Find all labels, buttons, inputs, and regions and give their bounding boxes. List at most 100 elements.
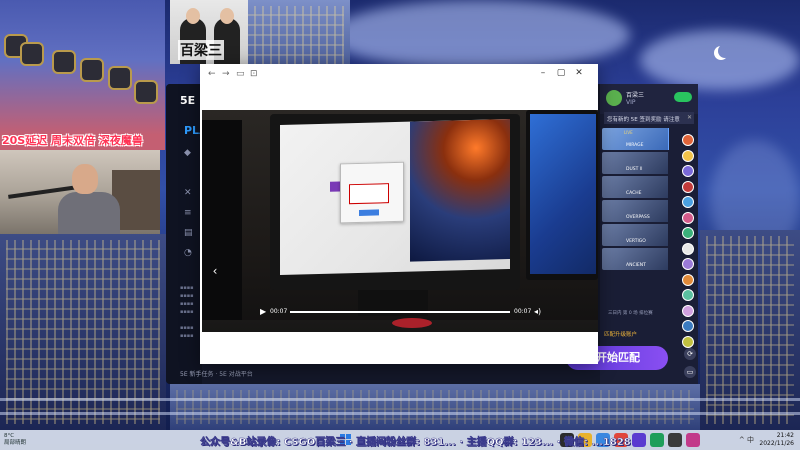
- game-artwork: [410, 118, 510, 262]
- weather-desc: 局部晴朗: [4, 440, 27, 446]
- notice-bar: 您有新的 5E 签到奖励 请注意 ✕: [604, 112, 694, 124]
- overlay-banner: 20S延迟 周末双倍 深夜魔兽: [0, 0, 165, 150]
- viewer-titlebar: ← → ▭ ⊡ – ▢ ✕: [200, 64, 598, 84]
- avatar[interactable]: [682, 273, 694, 286]
- crop-icon[interactable]: ⊡: [250, 68, 258, 80]
- menu-icon[interactable]: ≡: [184, 208, 194, 218]
- user-vip-badge: VIP: [626, 99, 636, 106]
- signal-icon[interactable]: ◔: [184, 248, 194, 258]
- map-name: ANCIENT: [626, 263, 646, 268]
- volume-icon[interactable]: ◂): [534, 307, 541, 317]
- avatar[interactable]: [682, 134, 694, 146]
- refresh-icon[interactable]: ⟳: [684, 348, 696, 360]
- forward-arrow-icon[interactable]: →: [222, 68, 230, 80]
- user-name: 百梁三: [626, 92, 645, 99]
- sticker-badge: [20, 42, 44, 66]
- clock-date: 2022/11/26: [759, 440, 794, 447]
- avatar[interactable]: [682, 180, 694, 193]
- app-icon[interactable]: [650, 433, 664, 447]
- monitor-screen: [280, 118, 510, 276]
- video-controls: ▶ 00:07 00:07 ◂): [258, 306, 548, 318]
- map-name: CACHE: [626, 191, 642, 196]
- client-info-text: ▪▪▪▪ ▪▪▪▪: [180, 325, 194, 339]
- chat-icon[interactable]: ▭: [684, 366, 696, 378]
- avatar[interactable]: [682, 320, 694, 332]
- avatar[interactable]: [682, 227, 694, 239]
- cloud-decoration: [330, 0, 630, 70]
- railing-decoration: [0, 412, 800, 415]
- maximize-icon[interactable]: ▢: [554, 67, 568, 79]
- clock[interactable]: 21:42 2022/11/26: [759, 432, 794, 448]
- map-name: OVERPASS: [626, 215, 650, 220]
- app-icon[interactable]: [632, 433, 646, 447]
- avatar[interactable]: [682, 149, 694, 162]
- shield-icon[interactable]: ◆: [184, 148, 194, 158]
- clock-time: 21:42: [776, 432, 794, 439]
- client-logo: 5E: [180, 94, 196, 107]
- friend-avatar-list: [682, 134, 698, 351]
- stream-marquee: 公众号&B站录像: CSGO百梁三 · 直播间粉丝群: 831... · 主播Q…: [200, 437, 631, 448]
- cloud-decoration: [640, 30, 800, 90]
- tools-icon[interactable]: ✕: [184, 188, 194, 198]
- avatar[interactable]: [682, 242, 694, 255]
- avatar[interactable]: [682, 211, 694, 224]
- avatar[interactable]: [682, 258, 694, 270]
- streamer-face: [72, 164, 98, 194]
- back-arrow-icon[interactable]: ←: [208, 68, 216, 80]
- video-frame[interactable]: ‹ ▶ 00:07 00:07 ◂): [202, 110, 598, 332]
- avatar[interactable]: [606, 90, 622, 106]
- progress-fill: [290, 311, 510, 313]
- moon-icon: [718, 44, 732, 58]
- map-caption: 三日内 第 0 场 排位赛: [608, 311, 653, 316]
- map-item[interactable]: LIVE MIRAGE: [602, 128, 678, 150]
- sticker-badge: [108, 66, 132, 90]
- weather-temp: 8°C: [4, 433, 15, 439]
- avatar[interactable]: [682, 289, 694, 301]
- poster-title: 百梁三: [178, 40, 224, 60]
- monitor-right: [526, 110, 598, 280]
- play-icon[interactable]: ▶: [260, 307, 268, 317]
- avatar[interactable]: [682, 165, 694, 177]
- avatar[interactable]: [682, 196, 694, 208]
- previous-arrow-icon[interactable]: ‹: [208, 260, 222, 282]
- map-item[interactable]: CACHE: [602, 176, 678, 198]
- notice-text: 您有新的 5E 签到奖励 请注意: [607, 117, 680, 123]
- map-list: LIVE MIRAGE DUST II CACHE OVERPASS VERTIGO ANC…: [602, 128, 678, 272]
- current-time: 00:07: [270, 308, 288, 315]
- status-toggle[interactable]: [674, 92, 692, 102]
- rank-link[interactable]: 匹配升级账户: [604, 330, 637, 338]
- building-decoration: [170, 384, 700, 430]
- system-tray[interactable]: ^ 中: [739, 435, 754, 445]
- map-tag: LIVE: [624, 130, 633, 135]
- app-icon[interactable]: [668, 433, 682, 447]
- weather-widget[interactable]: 8°C 局部晴朗: [4, 433, 26, 447]
- sticker-badge: [80, 58, 104, 82]
- gallery-icon[interactable]: ▭: [236, 68, 245, 80]
- avatar[interactable]: [682, 304, 694, 317]
- monitor-main: [270, 114, 520, 290]
- rgb-light: [392, 318, 432, 328]
- map-item[interactable]: VERTIGO: [602, 224, 678, 246]
- monitor-left: [202, 120, 242, 320]
- app-icon[interactable]: [686, 433, 700, 447]
- railing-decoration: [0, 398, 800, 401]
- webcam-feed: [0, 150, 160, 234]
- map-item[interactable]: ANCIENT: [602, 248, 678, 270]
- map-item[interactable]: OVERPASS: [602, 200, 678, 222]
- app-icon: [330, 181, 340, 192]
- avatar[interactable]: [682, 335, 694, 348]
- client-footer[interactable]: 5E 新手任务 · 5E 对战平台: [180, 369, 253, 378]
- sticker-badge: [52, 50, 76, 74]
- map-name: VERTIGO: [626, 239, 646, 244]
- progress-bar[interactable]: [290, 311, 510, 313]
- close-icon[interactable]: ✕: [687, 114, 692, 121]
- map-name: MIRAGE: [626, 143, 644, 148]
- total-time: 00:07: [514, 308, 532, 315]
- error-dialog: [340, 161, 404, 224]
- minimize-icon[interactable]: –: [536, 67, 550, 79]
- client-info-text: ▪▪▪▪ ▪▪▪▪ ▪▪▪▪ ▪▪▪▪: [180, 285, 194, 315]
- chart-icon[interactable]: ▤: [184, 228, 194, 238]
- close-icon[interactable]: ✕: [572, 67, 586, 79]
- sticker-badge: [134, 80, 158, 104]
- map-item[interactable]: DUST II: [602, 152, 678, 174]
